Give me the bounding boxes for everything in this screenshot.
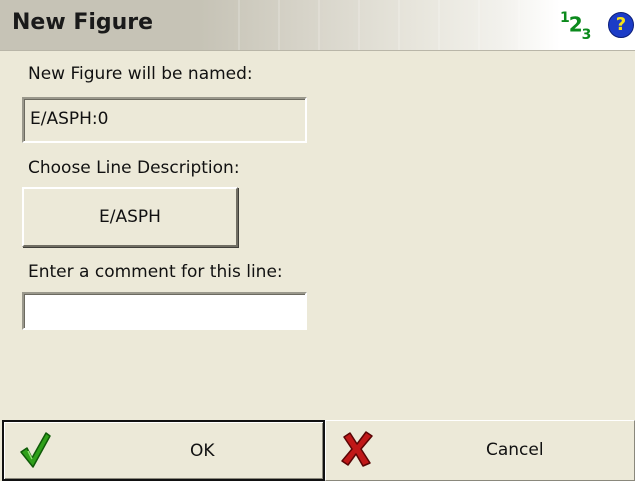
figure-name-field: E/ASPH:0 <box>22 97 307 143</box>
checkmark-icon <box>20 432 51 468</box>
title-bar: New Figure 123 ? <box>0 0 635 51</box>
line-description-button[interactable]: E/ASPH <box>22 187 238 247</box>
figure-name-label: New Figure will be named: <box>28 64 253 84</box>
numeric-keypad-icon[interactable]: 123 <box>560 10 591 43</box>
ok-button[interactable]: OK <box>2 420 325 481</box>
help-icon[interactable]: ? <box>608 12 634 38</box>
window-title: New Figure <box>12 10 154 35</box>
ok-label: OK <box>190 441 215 461</box>
comment-input[interactable] <box>22 292 307 330</box>
line-description-label: Choose Line Description: <box>28 158 240 178</box>
comment-label: Enter a comment for this line: <box>28 262 283 282</box>
title-bar-decoration <box>200 0 555 50</box>
cancel-x-icon <box>341 431 373 467</box>
cancel-label: Cancel <box>486 440 544 460</box>
cancel-button[interactable]: Cancel <box>325 420 635 481</box>
